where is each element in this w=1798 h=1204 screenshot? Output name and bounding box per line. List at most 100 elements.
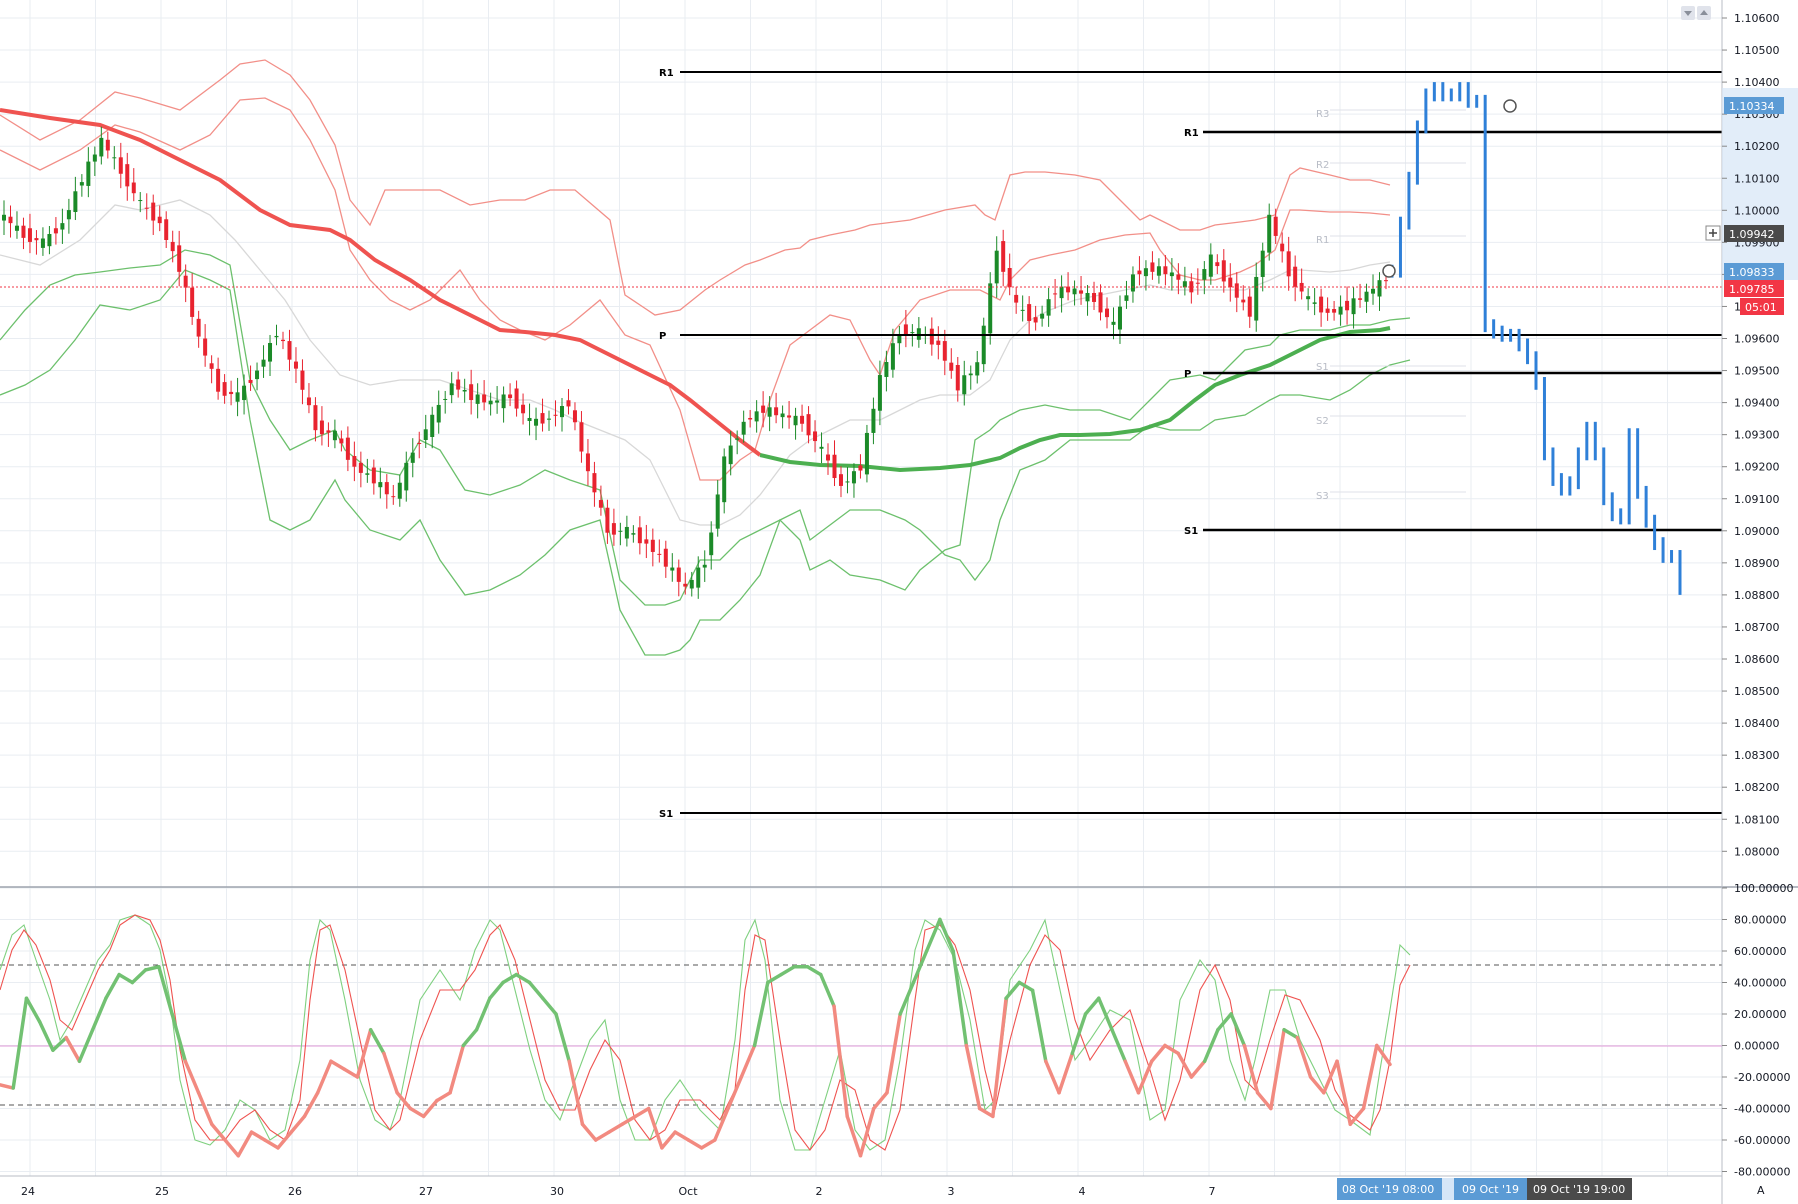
candle-body (384, 482, 389, 495)
candle-body (118, 157, 123, 174)
candle-body (754, 411, 759, 422)
osc-tick-label: -80.00000 (1734, 1166, 1790, 1179)
stoch-segment (488, 980, 505, 1000)
candle-body (670, 567, 675, 571)
candle-body (774, 407, 779, 416)
stoch-segment (819, 972, 836, 1008)
lower-band-outer (0, 269, 1411, 656)
price-tick-label: 1.10400 (1734, 76, 1780, 89)
price-tick-label: 1.09100 (1734, 493, 1780, 506)
candle-body (715, 494, 720, 529)
candle-body (1111, 321, 1116, 325)
candle-body (832, 454, 837, 479)
candle-body (1364, 291, 1369, 302)
stoch-segment (448, 1043, 466, 1095)
candle-body (1130, 274, 1135, 292)
candle-body (404, 462, 409, 491)
candle-body (540, 413, 545, 424)
stoch-segment (766, 972, 783, 985)
price-tick-label: 1.08000 (1734, 845, 1780, 858)
candle-body (1163, 266, 1168, 275)
candle-body (962, 375, 967, 395)
chart-canvas[interactable]: R1 P S1 R1 P S1 R3 R2 R1 S1 S2 S3 1.1060… (0, 0, 1798, 1204)
pivot-s1-inner-label: S1 (1184, 526, 1198, 537)
candle-body (1027, 304, 1032, 321)
osc-tick-label: 0.00000 (1734, 1040, 1780, 1053)
oscillator-axis[interactable]: 100.00000 80.00000 60.00000 40.00000 20.0000… (1722, 882, 1794, 1179)
time-tick-label: Oct (678, 1185, 698, 1198)
candle-body (735, 438, 740, 440)
stoch-segment (329, 1059, 346, 1071)
forecast-end-marker[interactable] (1503, 99, 1517, 113)
upper-band-outer (0, 59, 1391, 316)
candle-body (514, 388, 519, 409)
stoch-segment (1216, 1012, 1233, 1032)
time-axis[interactable]: 24 25 26 27 30 Oct 2 3 4 7 (21, 1185, 1216, 1198)
osc-tick-label: 80.00000 (1734, 914, 1787, 927)
candle-body (417, 442, 422, 444)
candle-body (164, 219, 169, 240)
forecast-start-marker[interactable] (1382, 264, 1396, 278)
candle-body (572, 410, 577, 423)
candle-body (203, 338, 208, 356)
stoch-segment (249, 1130, 267, 1142)
price-tick-label: 1.08100 (1734, 813, 1780, 826)
stoch-segment (408, 1106, 426, 1119)
stoch-segment (1255, 1091, 1273, 1111)
candle-body (242, 385, 247, 401)
candle-body (1124, 295, 1129, 301)
candle-body (1176, 274, 1181, 280)
candle-body (1053, 293, 1058, 295)
candle-body (741, 421, 746, 435)
stoch-segment (871, 1091, 889, 1111)
candle-body (209, 363, 214, 369)
stoch-segment (977, 1106, 995, 1119)
scale-up-icon[interactable] (1697, 6, 1711, 20)
time-tick-label: 25 (155, 1185, 169, 1198)
scale-down-icon[interactable] (1681, 6, 1695, 20)
candle-body (1345, 300, 1350, 311)
crosshair-plus-icon[interactable] (1705, 225, 1721, 241)
time-tick-label: 24 (21, 1185, 35, 1198)
candle-body (508, 394, 513, 399)
candle-body (475, 394, 480, 404)
price-tick-label: 1.09200 (1734, 461, 1780, 474)
price-tick-label: 1.08200 (1734, 781, 1780, 794)
candle-body (27, 228, 32, 242)
candle-body (306, 397, 311, 406)
stoch-segment (143, 965, 161, 972)
candle-body (92, 154, 97, 162)
price-tick-label: 1.10500 (1734, 44, 1780, 57)
auto-scale-button[interactable]: A (1757, 1184, 1765, 1197)
faint-s1-label: S1 (1316, 362, 1329, 373)
candle-body (1143, 268, 1148, 277)
candle-body (838, 474, 843, 486)
candle-body (352, 456, 357, 467)
candle-body (663, 548, 668, 567)
candle-body (1098, 292, 1103, 313)
candle-body (1358, 298, 1363, 300)
faint-r3-label: R3 (1316, 109, 1329, 120)
time-tick-label: 26 (288, 1185, 302, 1198)
stoch-segment (527, 980, 545, 1000)
candle-body (1254, 276, 1259, 321)
candle-body (423, 429, 428, 440)
candle-body (936, 340, 941, 345)
stoch-segment (1149, 1043, 1167, 1063)
candle-body (910, 332, 915, 334)
candle-body (592, 473, 597, 493)
candle-body (371, 467, 376, 484)
candle-body (34, 238, 39, 241)
badge-start-price-text: 1.09833 (1729, 266, 1775, 279)
pivot-r1-outer-label: R1 (659, 68, 674, 79)
candle-body (787, 415, 792, 418)
candle-body (521, 404, 526, 414)
stoch-segment (699, 1138, 717, 1150)
stoch-segment (236, 1130, 254, 1158)
candle-body (378, 482, 383, 488)
time-highlights: 08 Oct '19 08:00 09 Oct '19 09 Oct '19 1… (1337, 1178, 1632, 1200)
stoch-fast-green (0, 914, 1411, 1151)
stoch-segment (567, 1059, 585, 1126)
candle-body (813, 431, 818, 442)
stoch-segment (1163, 1043, 1180, 1056)
